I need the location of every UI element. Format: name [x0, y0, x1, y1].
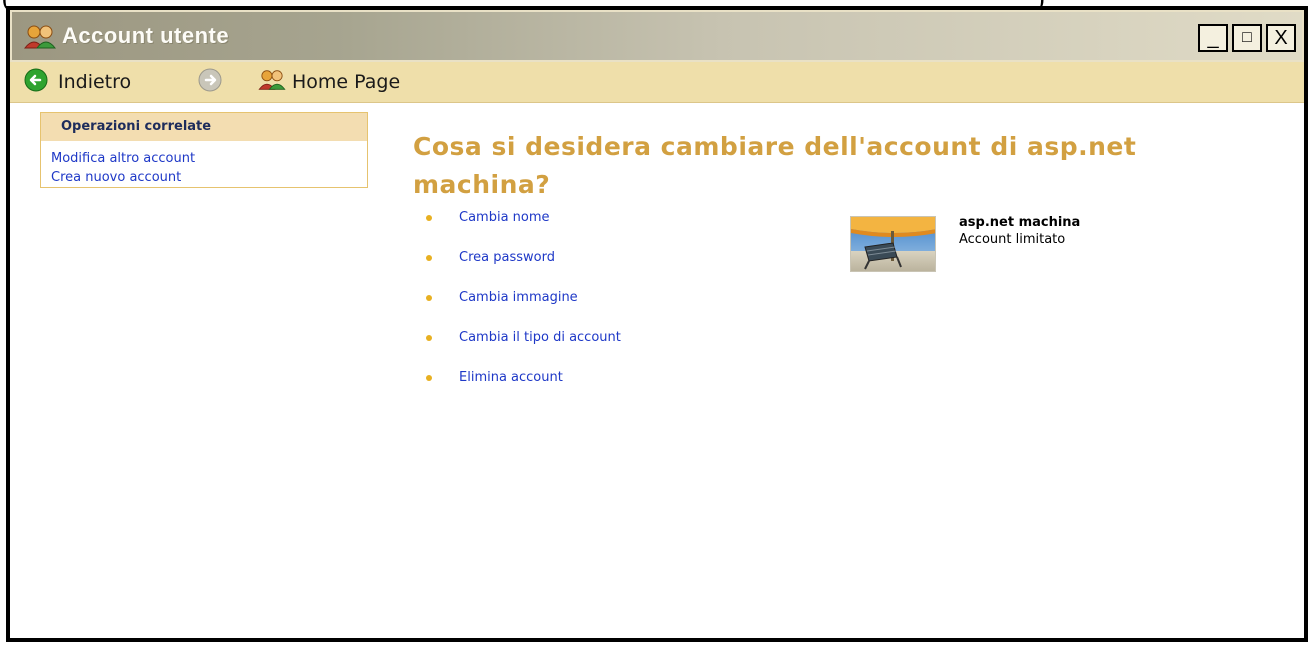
minimize-button[interactable]: _: [1198, 24, 1228, 52]
account-type: Account limitato: [959, 232, 1066, 247]
bullet-icon: [426, 255, 432, 261]
home-page-button[interactable]: Home Page: [258, 68, 400, 96]
account-picture: [850, 216, 936, 272]
task-cambia-tipo-account[interactable]: Cambia il tipo di account: [459, 330, 621, 345]
close-button[interactable]: X: [1266, 24, 1296, 52]
window: Account utente _ □ X Indietro Home Page …: [6, 6, 1308, 642]
window-title: Account utente: [62, 23, 230, 48]
close-icon: X: [1274, 26, 1288, 49]
task-elimina-account[interactable]: Elimina account: [459, 370, 563, 385]
back-label: Indietro: [58, 71, 132, 93]
related-tasks-panel: Operazioni correlate Modifica altro acco…: [40, 112, 368, 188]
page-heading: Cosa si desidera cambiare dell'account d…: [413, 132, 1137, 199]
beach-chair-picture-icon: [851, 217, 935, 271]
home-page-label: Home Page: [292, 71, 401, 93]
task-cambia-nome[interactable]: Cambia nome: [459, 210, 550, 225]
maximize-button[interactable]: □: [1232, 24, 1262, 52]
account-name: asp.net machina: [959, 215, 1081, 230]
navigation-bar: Indietro Home Page: [10, 62, 1304, 103]
forward-button[interactable]: [198, 68, 222, 96]
bullet-icon: [426, 375, 432, 381]
link-crea-nuovo-account[interactable]: Crea nuovo account: [41, 168, 367, 187]
related-tasks-title: Operazioni correlate: [41, 113, 367, 141]
users-icon: [258, 69, 286, 95]
back-button[interactable]: Indietro: [24, 68, 131, 96]
task-crea-password[interactable]: Crea password: [459, 250, 555, 265]
bullet-icon: [426, 295, 432, 301]
title-bar[interactable]: Account utente _ □ X: [10, 10, 1304, 62]
link-modifica-altro-account[interactable]: Modifica altro account: [41, 149, 367, 168]
back-arrow-icon: [24, 68, 48, 96]
users-icon: [23, 24, 57, 50]
window-controls: _ □ X: [1198, 24, 1296, 52]
forward-arrow-icon: [198, 68, 222, 96]
bullet-icon: [426, 215, 432, 221]
bullet-icon: [426, 335, 432, 341]
minimize-icon: _: [1207, 26, 1219, 49]
maximize-icon: □: [1242, 29, 1252, 46]
task-cambia-immagine[interactable]: Cambia immagine: [459, 290, 578, 305]
